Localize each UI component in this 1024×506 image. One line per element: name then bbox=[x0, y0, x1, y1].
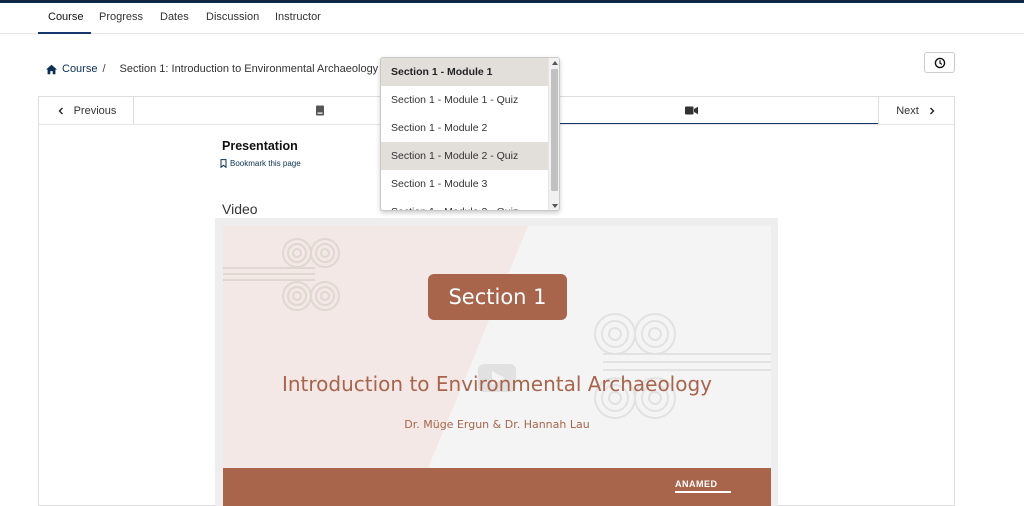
tab-course[interactable]: Course bbox=[48, 11, 83, 23]
scrollbar-thumb[interactable] bbox=[551, 69, 558, 191]
dropdown-option[interactable]: Section 1 - Module 1 - Quiz bbox=[381, 86, 549, 114]
breadcrumb: Course / Section 1: Introduction to Envi… bbox=[45, 63, 399, 75]
document-unit-icon[interactable] bbox=[315, 105, 325, 116]
previous-button[interactable]: Previous bbox=[39, 97, 134, 124]
unit-select-dropdown[interactable]: Section 1 - Module 1 Section 1 - Module … bbox=[380, 57, 560, 211]
breadcrumb-course-link[interactable]: Course bbox=[62, 63, 97, 75]
slide-title: Introduction to Environmental Archaeolog… bbox=[281, 372, 713, 396]
active-tab-indicator bbox=[38, 32, 91, 34]
bookmark-button[interactable]: Bookmark this page bbox=[220, 159, 301, 168]
schedule-button[interactable] bbox=[924, 52, 955, 73]
scroll-down-icon[interactable] bbox=[552, 204, 558, 208]
dropdown-scrollbar[interactable] bbox=[548, 58, 559, 210]
breadcrumb-separator: / bbox=[102, 63, 106, 75]
clock-icon bbox=[934, 57, 945, 68]
video-unit-icon[interactable] bbox=[685, 106, 698, 115]
video-heading: Video bbox=[222, 201, 258, 217]
bookmark-icon bbox=[220, 159, 227, 168]
tab-dates[interactable]: Dates bbox=[160, 11, 189, 23]
dropdown-option[interactable]: Section 1 - Module 2 bbox=[381, 114, 549, 142]
anamed-logo: ANAMED bbox=[675, 479, 731, 494]
tab-progress[interactable]: Progress bbox=[99, 11, 143, 23]
course-tabs: Course Progress Dates Discussion Instruc… bbox=[0, 3, 1024, 34]
bookmark-label: Bookmark this page bbox=[230, 159, 301, 168]
scroll-up-icon[interactable] bbox=[552, 61, 558, 65]
next-button[interactable]: Next bbox=[878, 97, 954, 124]
home-icon bbox=[46, 64, 57, 74]
next-label: Next bbox=[896, 104, 919, 117]
breadcrumb-section-link[interactable]: Section 1: Introduction to Environmental… bbox=[120, 63, 379, 75]
dropdown-option[interactable]: Section 1 - Module 2 - Quiz bbox=[381, 142, 549, 170]
video-thumbnail: Section 1 Introduction to Environmental … bbox=[223, 226, 771, 506]
chevron-left-icon bbox=[58, 107, 63, 114]
slide-authors: Dr. Müge Ergun & Dr. Hannah Lau bbox=[404, 418, 590, 431]
tab-instructor[interactable]: Instructor bbox=[275, 11, 321, 23]
chevron-right-icon bbox=[929, 107, 935, 114]
dropdown-option[interactable]: Section 1 - Module 1 bbox=[381, 58, 549, 86]
dropdown-option[interactable]: Section 1 - Module 3 bbox=[381, 170, 549, 198]
previous-label: Previous bbox=[73, 104, 117, 117]
video-player[interactable]: Section 1 Introduction to Environmental … bbox=[215, 218, 778, 506]
slide-section-label: Section 1 bbox=[428, 274, 567, 320]
tab-discussion[interactable]: Discussion bbox=[206, 11, 259, 23]
unit-title: Presentation bbox=[222, 139, 298, 153]
dropdown-option[interactable]: Section 1 - Module 3 - Quiz bbox=[381, 198, 549, 210]
